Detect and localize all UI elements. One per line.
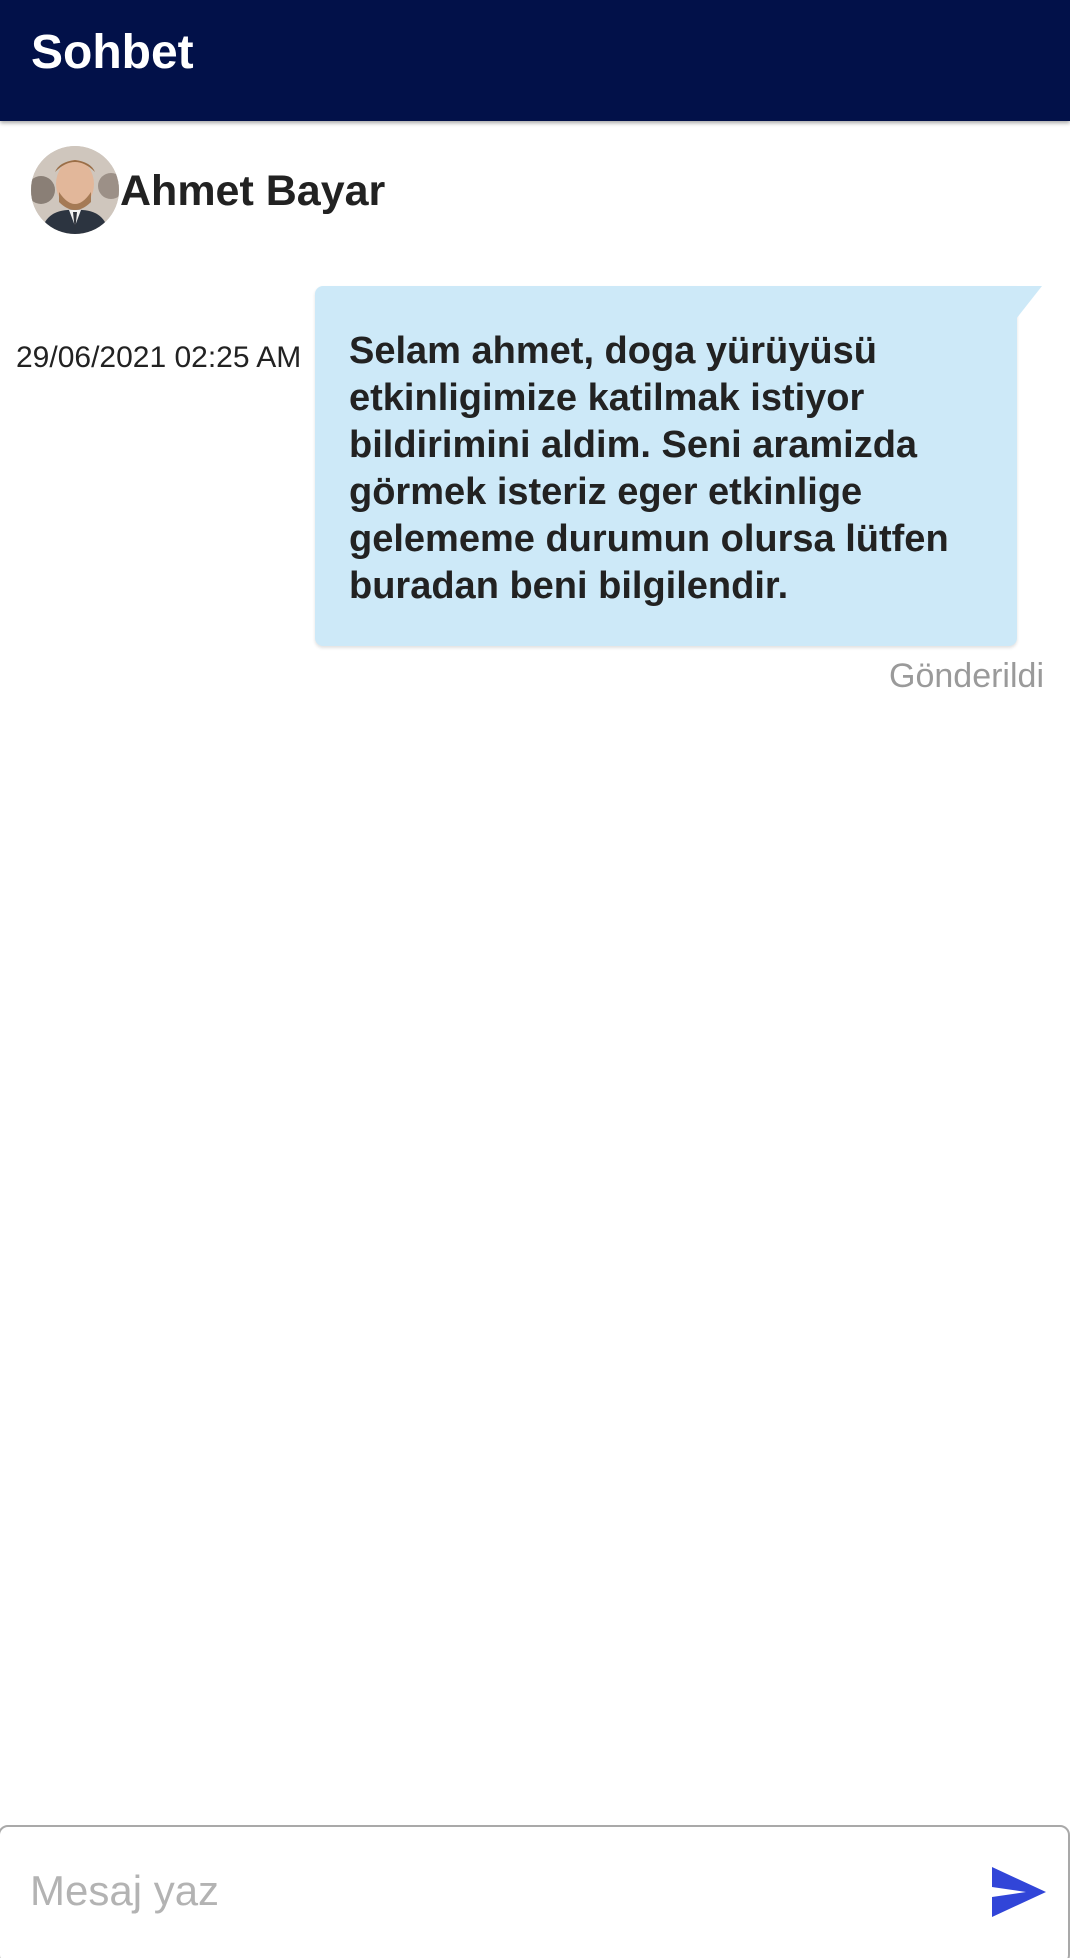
chat-screen: Sohbet Ahmet Bayar 29/06/2021 02:25 AM S… (0, 0, 1070, 1958)
app-bar: Sohbet (0, 0, 1070, 121)
message-input[interactable] (30, 1855, 930, 1927)
message-status: Gönderildi (889, 657, 1044, 695)
message-composer (0, 1825, 1070, 1958)
message-bubble[interactable]: Selam ahmet, doga yürüyüsü etkinligimize… (315, 286, 1017, 646)
avatar-photo-icon (31, 146, 119, 234)
message-text: Selam ahmet, doga yürüyüsü etkinligimize… (349, 330, 949, 607)
send-icon (992, 1867, 1046, 1917)
contact-header[interactable]: Ahmet Bayar (0, 121, 1070, 261)
send-button[interactable] (990, 1865, 1048, 1919)
contact-name: Ahmet Bayar (120, 167, 386, 215)
avatar[interactable] (31, 146, 119, 234)
message-timestamp: 29/06/2021 02:25 AM (16, 341, 302, 374)
bubble-tail (1016, 286, 1042, 319)
page-title: Sohbet (31, 26, 194, 79)
